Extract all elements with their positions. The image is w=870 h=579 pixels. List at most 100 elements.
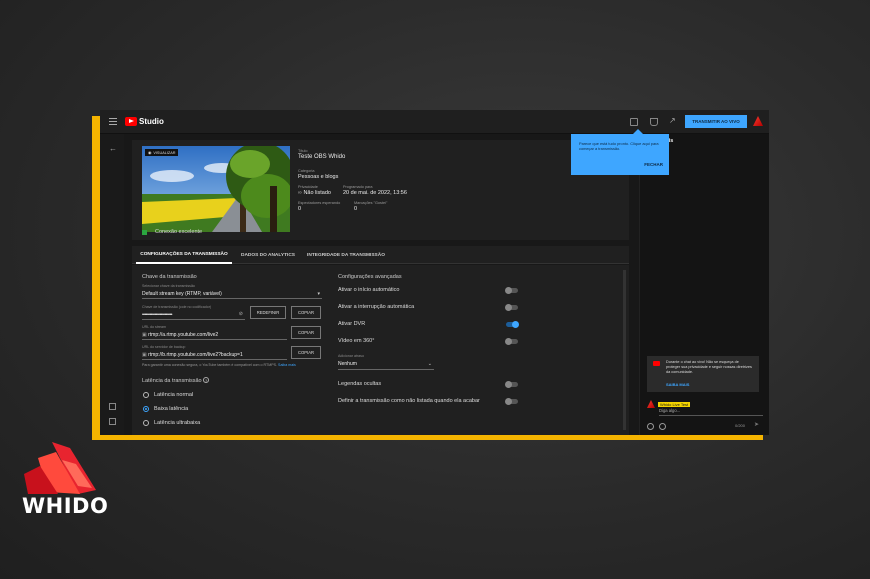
- stream-key-field[interactable]: Chave de transmissão (cole no codificado…: [142, 305, 245, 320]
- go-live-tooltip: Parece que está tudo pronto. Clique aqui…: [571, 129, 669, 175]
- stream-key-title: Chave da transmissão: [142, 274, 197, 280]
- chat-avatar: [647, 400, 655, 408]
- scrollbar[interactable]: [623, 270, 626, 430]
- select-key-label: Selecionar chave da transmissão: [142, 284, 195, 288]
- chat-input[interactable]: Diga algo...: [659, 408, 763, 416]
- url-value: ▣ rtmp://a.rtmp.youtube.com/live2: [142, 332, 218, 338]
- auto-stop-label: Ativar a interrupção automática: [338, 304, 415, 310]
- privacy-label: Privacidade: [298, 185, 318, 189]
- copy-url-button[interactable]: COPIAR: [291, 326, 321, 339]
- feedback-icon[interactable]: [109, 418, 116, 425]
- copy-key-button[interactable]: COPIAR: [291, 306, 321, 319]
- status-dot-icon: [142, 229, 147, 235]
- left-nav: ←: [100, 134, 124, 435]
- auto-start-label: Ativar o início automático: [338, 287, 400, 293]
- bookmark-icon[interactable]: [650, 118, 658, 126]
- stream-title: Teste OBS Whido: [298, 154, 346, 160]
- stream-url-field[interactable]: URL do stream ▣ rtmp://a.rtmp.youtube.co…: [142, 325, 287, 340]
- connection-text: Conexão excelente: [155, 229, 203, 235]
- advanced-title: Configurações avançadas: [338, 274, 402, 280]
- eye-icon: ◉: [148, 151, 152, 155]
- youtube-logo-icon: [125, 117, 137, 126]
- go-live-button[interactable]: TRANSMITIR AO VIVO: [685, 115, 747, 128]
- super-chat-icon[interactable]: [659, 423, 666, 430]
- dvr-toggle[interactable]: [506, 321, 519, 328]
- backup-value: ▣ rtmp://b.rtmp.youtube.com/live2?backup…: [142, 352, 243, 358]
- scheduled-value: 20 de mai. de 2022, 13:56: [343, 190, 407, 196]
- stream-key-select[interactable]: Selecionar chave da transmissão Default …: [142, 284, 322, 299]
- captions-toggle[interactable]: [505, 381, 518, 388]
- radio-ultra-low-latency[interactable]: [143, 420, 149, 426]
- avatar[interactable]: [753, 116, 763, 126]
- whido-wordmark: WHIDO: [22, 494, 109, 518]
- likes-label: Marcações "Gostei": [354, 201, 388, 205]
- send-icon[interactable]: ➤: [754, 421, 759, 428]
- delay-select[interactable]: Adicionar atraso Nenhum ⌄: [338, 354, 434, 370]
- privacy-value: ∞ Não listado: [298, 190, 331, 196]
- preview-badge: ◉ VISUALIZAR: [145, 149, 179, 156]
- top-bar: Studio ↗ TRANSMITIR AO VIVO: [100, 110, 769, 134]
- copy-backup-button[interactable]: COPIAR: [291, 346, 321, 359]
- rtmps-note-text: Para garantir uma conexão segura, o YouT…: [142, 363, 278, 367]
- chat-username: Whido Live Test: [658, 401, 691, 407]
- auto-start-toggle[interactable]: [505, 287, 518, 294]
- live-chat-panel: Principais Durante o chat ao vivo! Não s…: [639, 134, 769, 435]
- video-360-toggle[interactable]: [505, 338, 518, 345]
- key-value: ••••••••••••••••••••••••: [142, 312, 173, 318]
- preview-badge-label: VISUALIZAR: [153, 150, 176, 155]
- landscape-image: [142, 146, 290, 232]
- stream-category: Pessoas e blogs: [298, 174, 339, 180]
- hide-eye-icon[interactable]: ⊘: [239, 311, 243, 317]
- settings-panel: Chave da transmissão Selecionar chave da…: [132, 265, 629, 435]
- radio-low-latency[interactable]: [143, 406, 149, 412]
- dropdown-arrow-icon: ▾: [317, 291, 320, 297]
- chat-notice-text: Durante o chat ao vivo! Não se esqueça d…: [666, 360, 752, 374]
- waiting-value: 0: [298, 206, 302, 212]
- low-latency-label: Baixa latência: [154, 406, 189, 412]
- scheduled-label: Programado para: [343, 185, 373, 189]
- connection-status: Conexão excelente: [142, 229, 202, 235]
- dvr-label: Ativar DVR: [338, 321, 366, 327]
- rtmps-note: Para garantir uma conexão segura, o YouT…: [142, 363, 296, 367]
- learn-more-link[interactable]: SAIBA MAIS: [666, 382, 689, 387]
- share-icon[interactable]: ↗: [669, 116, 677, 125]
- window-icon[interactable]: [630, 118, 638, 126]
- privacy-text: Não listado: [303, 190, 331, 196]
- video-360-label: Vídeo em 360°: [338, 338, 375, 344]
- likes-value: 0: [354, 206, 358, 212]
- latency-title-text: Latência da transmissão: [142, 378, 202, 384]
- stream-preview-thumbnail[interactable]: [142, 146, 290, 232]
- radio-normal-latency[interactable]: [143, 392, 149, 398]
- backup-label: URL do servidor de backup: [142, 345, 186, 349]
- external-link-icon[interactable]: [109, 403, 116, 410]
- back-arrow-icon[interactable]: ←: [109, 144, 117, 153]
- reset-key-button[interactable]: REDEFINIR: [250, 306, 286, 319]
- delay-value: Nenhum: [338, 361, 357, 367]
- menu-icon[interactable]: [109, 118, 117, 125]
- backup-text: rtmp://b.rtmp.youtube.com/live2?backup=1: [148, 352, 243, 358]
- unlisted-end-toggle[interactable]: [505, 398, 518, 405]
- ultra-low-latency-label: Latência ultrabaixa: [154, 420, 201, 426]
- unlisted-end-label: Definir a transmissão como não listada q…: [338, 398, 480, 404]
- tab-analytics[interactable]: DADOS DO ANALYTICS: [236, 246, 300, 264]
- rtmps-learn-more-link[interactable]: Saiba mais: [278, 363, 296, 367]
- delay-label: Adicionar atraso: [338, 354, 364, 358]
- backup-url-field[interactable]: URL do servidor de backup ▣ rtmp://b.rtm…: [142, 345, 287, 360]
- tab-stream-health[interactable]: INTEGRIDADE DA TRANSMISSÃO: [304, 246, 388, 264]
- youtube-studio-logo[interactable]: Studio: [125, 117, 164, 126]
- tab-bar: CONFIGURAÇÕES DA TRANSMISSÃO DADOS DO AN…: [132, 246, 629, 264]
- tooltip-text: Parece que está tudo pronto. Clique aqui…: [579, 141, 659, 151]
- url-label: URL do stream: [142, 325, 167, 329]
- url-text: rtmp://a.rtmp.youtube.com/live2: [148, 332, 219, 338]
- normal-latency-label: Latência normal: [154, 392, 194, 398]
- tab-stream-settings[interactable]: CONFIGURAÇÕES DA TRANSMISSÃO: [136, 246, 232, 264]
- auto-stop-toggle[interactable]: [505, 304, 518, 311]
- chevron-down-icon: ⌄: [427, 361, 432, 367]
- stream-info-card: ◉ VISUALIZAR Título Teste OBS Whido Cate…: [132, 140, 629, 240]
- emoji-icon[interactable]: [647, 423, 654, 430]
- title-label: Título: [298, 149, 308, 153]
- tooltip-close-button[interactable]: FECHAR: [644, 162, 663, 167]
- main-content: ◉ VISUALIZAR Título Teste OBS Whido Cate…: [124, 134, 636, 435]
- latency-title: Latência da transmissão ?: [142, 377, 210, 384]
- help-icon[interactable]: ?: [203, 377, 210, 383]
